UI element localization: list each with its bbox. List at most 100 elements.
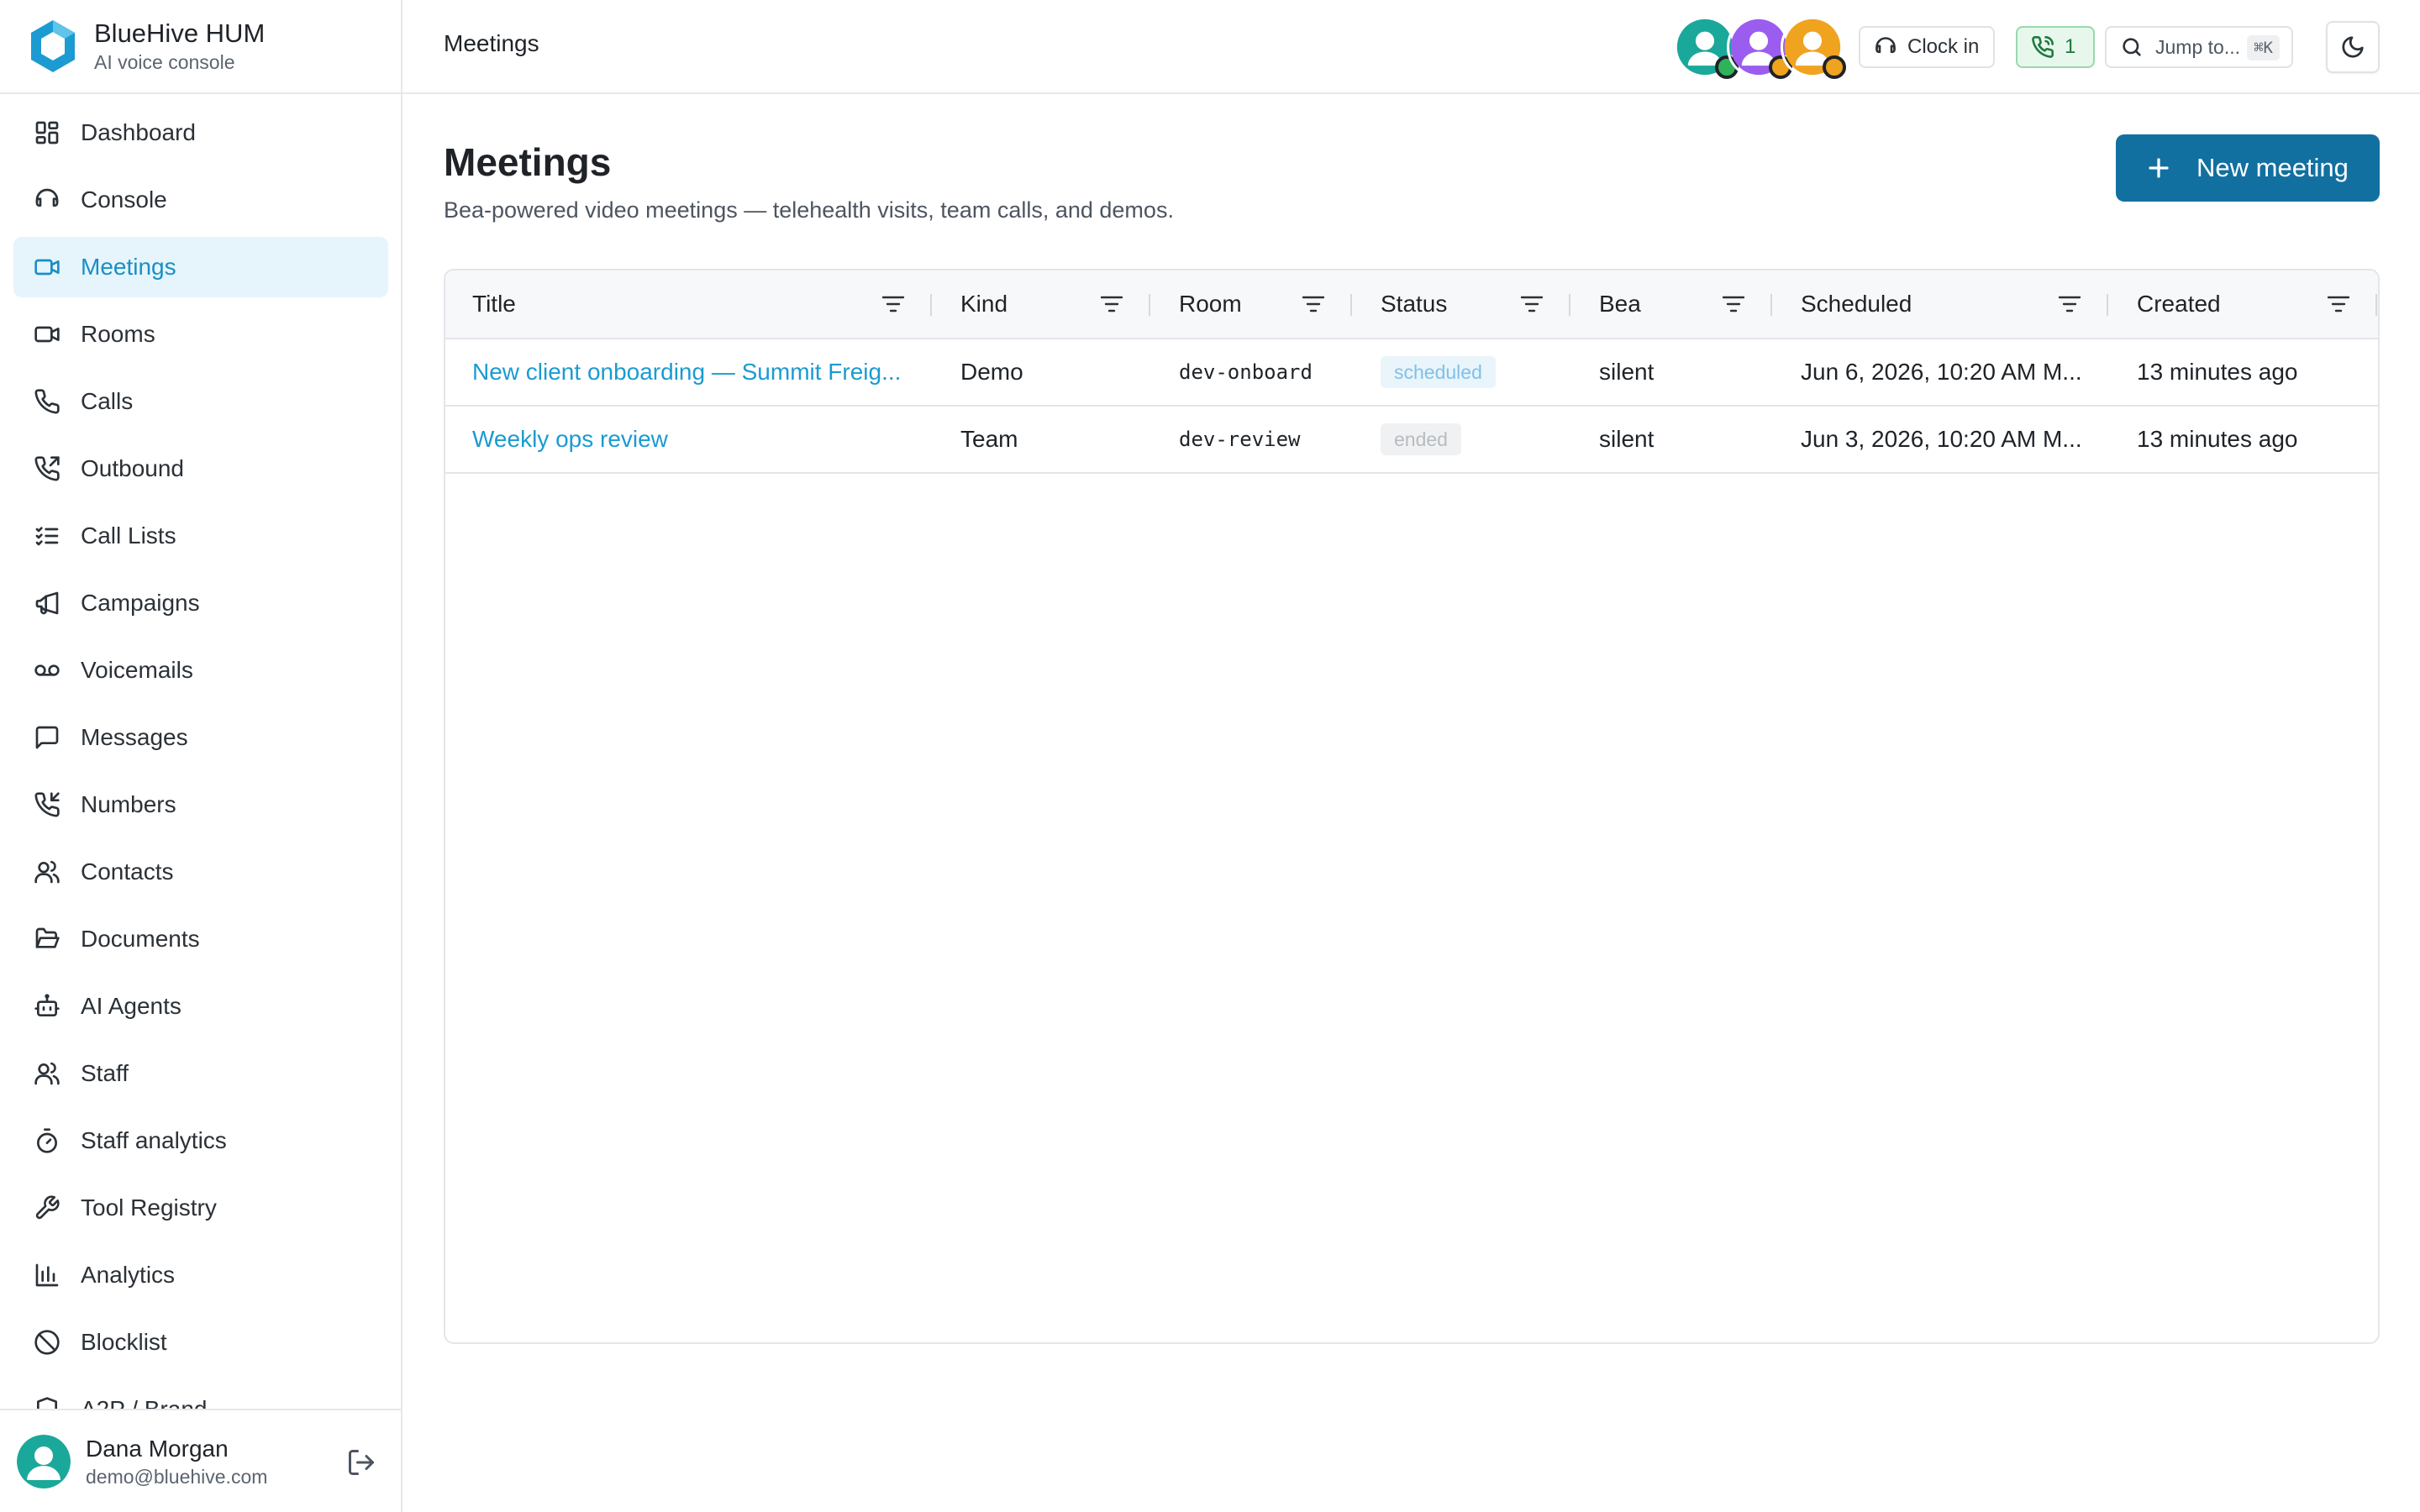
column-header-status[interactable]: Status [1381,270,1447,338]
folder-open-icon [34,926,60,953]
new-meeting-button[interactable]: New meeting [2116,134,2380,202]
avatar[interactable] [17,1434,71,1488]
column-header-room[interactable]: Room [1179,270,1242,338]
column-header-bea[interactable]: Bea [1599,270,1641,338]
filter-icon[interactable] [2326,292,2351,316]
meeting-bea-mode: silent [1599,359,1655,385]
column-divider[interactable] [1770,294,1772,316]
table-row[interactable]: Weekly ops review Team dev-review ended … [445,407,2378,474]
sidebar-item-label: Meetings [81,254,176,280]
video-icon [34,254,60,281]
filter-icon[interactable] [881,292,906,316]
moon-icon [2342,36,2364,58]
meeting-room: dev-review [1179,428,1301,451]
logout-icon[interactable] [346,1447,376,1478]
search-icon [2123,38,2141,56]
sidebar-item-calls[interactable]: Calls [13,371,388,432]
column-header-title[interactable]: Title [472,270,516,338]
brand[interactable]: BlueHive HUM AI voice console [0,0,401,94]
meeting-kind: Team [960,426,1018,452]
sidebar-item-blocklist[interactable]: Blocklist [13,1312,388,1373]
meeting-scheduled: Jun 3, 2026, 10:20 AM M... [1801,426,2082,452]
video-icon [34,321,60,348]
shield-icon [34,1396,60,1409]
sidebar-nav: Dashboard Console Meetings Rooms Calls O… [0,102,401,1409]
meetings-table: Title Kind Room Status Bea Scheduled Cre… [444,269,2380,1344]
meeting-created: 13 minutes ago [2137,359,2298,385]
sidebar-item-dashboard[interactable]: Dashboard [13,102,388,163]
sidebar-item-console[interactable]: Console [13,170,388,230]
column-header-created[interactable]: Created [2137,270,2221,338]
sidebar-item-label: Analytics [81,1262,176,1288]
column-divider[interactable] [1569,294,1570,316]
table-header: Title Kind Room Status Bea Scheduled Cre… [445,270,2378,339]
sidebar-item-tool-registry[interactable]: Tool Registry [13,1178,388,1238]
column-divider[interactable] [1149,294,1150,316]
status-away-badge [1823,55,1846,79]
sidebar-item-label: AI Agents [81,993,182,1019]
sidebar-item-analytics[interactable]: Analytics [13,1245,388,1305]
sidebar-item-label: Staff analytics [81,1127,227,1153]
filter-icon[interactable] [2057,292,2082,316]
column-divider[interactable] [2107,294,2108,316]
phone-call-icon [2032,36,2054,58]
sidebar-item-messages[interactable]: Messages [13,707,388,768]
sidebar-item-documents[interactable]: Documents [13,909,388,969]
sidebar-item-meetings[interactable]: Meetings [13,237,388,297]
filter-icon[interactable] [1301,292,1326,316]
jump-placeholder: Jump to... [2155,35,2240,58]
sidebar-item-contacts[interactable]: Contacts [13,842,388,902]
column-divider[interactable] [1350,294,1352,316]
column-divider[interactable] [2375,294,2377,316]
users-icon [34,1060,60,1087]
jump-to-search[interactable]: Jump to... ⌘K [2105,26,2293,68]
sidebar-item-label: Calls [81,388,134,414]
sidebar-item-campaigns[interactable]: Campaigns [13,573,388,633]
sidebar-item-label: Contacts [81,858,174,885]
timer-icon [34,1127,60,1154]
sidebar-item-label: Call Lists [81,522,176,549]
filter-icon[interactable] [1519,292,1544,316]
sidebar-item-label: Dashboard [81,119,196,145]
active-calls-button[interactable]: 1 [2016,26,2095,68]
column-header-kind[interactable]: Kind [960,270,1007,338]
sidebar-item-label: Tool Registry [81,1194,217,1221]
filter-icon[interactable] [1099,292,1124,316]
sidebar-item-numbers[interactable]: Numbers [13,774,388,835]
bot-icon [34,993,60,1020]
sidebar-item-rooms[interactable]: Rooms [13,304,388,365]
phone-incoming-icon [34,791,60,818]
page-subtitle: Bea-powered video meetings — telehealth … [444,197,1174,223]
phone-icon [34,388,60,415]
sidebar-item-staff-analytics[interactable]: Staff analytics [13,1110,388,1171]
user-name: Dana Morgan [86,1435,229,1462]
table-row[interactable]: New client onboarding — Summit Freig... … [445,339,2378,407]
sidebar-item-call-lists[interactable]: Call Lists [13,506,388,566]
column-header-scheduled[interactable]: Scheduled [1801,270,1912,338]
clock-in-button[interactable]: Clock in [1859,26,1995,68]
sidebar-item-a2p-brand[interactable]: A2P / Brand [13,1379,388,1409]
sidebar-item-outbound[interactable]: Outbound [13,438,388,499]
sidebar-item-staff[interactable]: Staff [13,1043,388,1104]
bar-chart-icon [34,1262,60,1289]
sidebar-item-label: Numbers [81,791,176,817]
topbar: Meetings Clock in 1 Jump to... ⌘K [402,0,2420,94]
sidebar-item-label: Voicemails [81,657,193,683]
ban-icon [34,1329,60,1356]
message-square-icon [34,724,60,751]
column-divider[interactable] [930,294,932,316]
status-badge: scheduled [1381,356,1496,388]
meeting-created: 13 minutes ago [2137,426,2298,452]
sidebar-item-voicemails[interactable]: Voicemails [13,640,388,701]
brand-name: BlueHive HUM [94,18,266,48]
dashboard-icon [34,119,60,146]
sidebar-item-label: A2P / Brand [81,1396,207,1409]
meeting-title-link[interactable]: Weekly ops review [472,407,934,472]
wrench-icon [34,1194,60,1221]
headset-icon [1876,37,1896,54]
meeting-title-link[interactable]: New client onboarding — Summit Freig... [472,339,934,405]
theme-toggle-button[interactable] [2326,21,2380,73]
plus-icon [2149,158,2169,178]
sidebar-item-ai-agents[interactable]: AI Agents [13,976,388,1037]
filter-icon[interactable] [1721,292,1746,316]
